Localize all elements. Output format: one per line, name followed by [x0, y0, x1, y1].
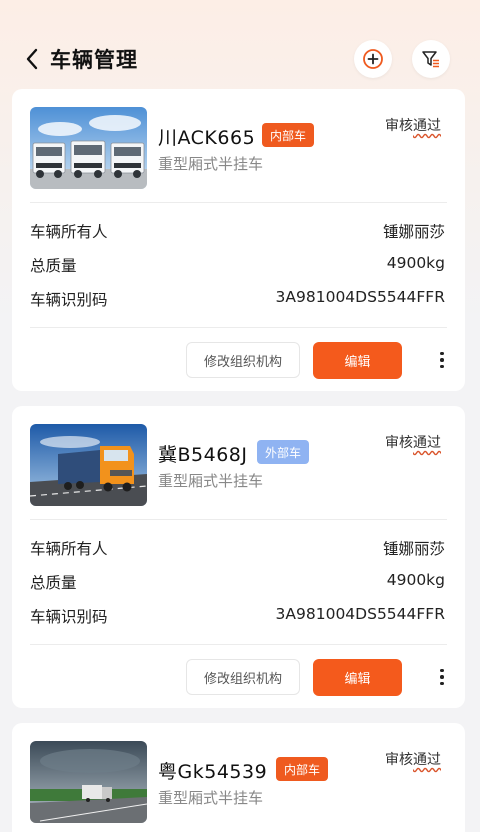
edit-button[interactable]: 编辑 [313, 659, 402, 696]
mass-value: 4900kg [386, 571, 445, 589]
vehicle-image [30, 741, 147, 823]
vin-label: 车辆识别码 [30, 608, 108, 626]
header: 车辆管理 [0, 0, 480, 100]
vehicle-type: 重型厢式半挂车 [158, 472, 264, 490]
owner-value: 锺娜丽莎 [382, 223, 445, 241]
add-vehicle-button[interactable] [354, 40, 392, 78]
info-row-vin: 车辆识别码 3A981004DS5544FFR [30, 605, 445, 627]
vehicle-type: 重型厢式半挂车 [158, 155, 264, 173]
filter-list-icon [422, 51, 439, 68]
more-options-icon[interactable] [432, 659, 452, 695]
status-text-a: 审核 [385, 752, 413, 768]
divider [30, 519, 447, 520]
vin-value: 3A981004DS5544FFR [275, 288, 445, 306]
info-row-mass: 总质量 4900kg [30, 254, 445, 276]
status-badge: 审核通过 [385, 432, 441, 452]
vehicle-image [30, 107, 147, 189]
status-text-b: 通过 [413, 435, 441, 451]
status-badge: 审核通过 [385, 115, 441, 135]
vehicle-card[interactable]: 冀B5468J 外部车 重型厢式半挂车 审核通过 车辆所有人 锺娜丽莎 总质量 … [12, 406, 465, 708]
mass-value: 4900kg [386, 254, 445, 272]
owner-label: 车辆所有人 [30, 223, 108, 241]
plate-number: 川ACK665 [158, 127, 256, 149]
owner-value: 锺娜丽莎 [382, 540, 445, 558]
owner-label: 车辆所有人 [30, 540, 108, 558]
page-title: 车辆管理 [50, 48, 138, 72]
mass-label: 总质量 [30, 574, 77, 592]
vehicle-image [30, 424, 147, 506]
info-row-mass: 总质量 4900kg [30, 571, 445, 593]
chevron-left-icon [26, 48, 38, 70]
vehicle-tag: 外部车 [257, 440, 310, 464]
modify-org-button[interactable]: 修改组织机构 [186, 342, 300, 378]
status-text-a: 审核 [385, 118, 413, 134]
vehicle-tag: 内部车 [262, 123, 315, 147]
filter-button[interactable] [412, 40, 450, 78]
info-row-owner: 车辆所有人 锺娜丽莎 [30, 537, 445, 559]
vin-label: 车辆识别码 [30, 291, 108, 309]
plate-number: 粤Gk54539 [158, 761, 268, 783]
vehicle-card[interactable]: 川ACK665 内部车 重型厢式半挂车 审核通过 车辆所有人 锺娜丽莎 总质量 … [12, 89, 465, 391]
divider [30, 202, 447, 203]
vehicle-tag: 内部车 [276, 757, 329, 781]
edit-button[interactable]: 编辑 [313, 342, 402, 379]
more-options-icon[interactable] [432, 342, 452, 378]
modify-org-button[interactable]: 修改组织机构 [186, 659, 300, 695]
divider [30, 644, 447, 645]
back-button[interactable] [20, 46, 44, 72]
plus-circle-icon [363, 49, 383, 69]
status-badge: 审核通过 [385, 749, 441, 769]
status-text-b: 通过 [413, 752, 441, 768]
info-row-vin: 车辆识别码 3A981004DS5544FFR [30, 288, 445, 310]
divider [30, 327, 447, 328]
vehicle-type: 重型厢式半挂车 [158, 789, 264, 807]
status-text-b: 通过 [413, 118, 441, 134]
vehicle-card[interactable]: 粤Gk54539 内部车 重型厢式半挂车 审核通过 [12, 723, 465, 832]
mass-label: 总质量 [30, 257, 77, 275]
info-row-owner: 车辆所有人 锺娜丽莎 [30, 220, 445, 242]
vin-value: 3A981004DS5544FFR [275, 605, 445, 623]
plate-number: 冀B5468J [158, 444, 248, 466]
status-text-a: 审核 [385, 435, 413, 451]
